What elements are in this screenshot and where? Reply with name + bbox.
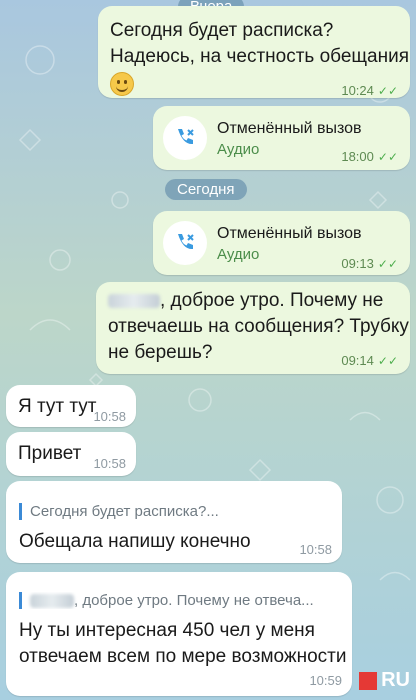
incoming-reply-message-bubble[interactable]: , доброе утро. Почему не отвеча... Ну ты… <box>6 572 352 696</box>
message-timestamp: 10:58 <box>299 542 332 557</box>
message-text-line: Сегодня будет расписка? <box>110 20 334 41</box>
double-check-icon: ✓✓ <box>377 354 398 368</box>
chat-area[interactable]: Вчера Сегодня будет расписка? Надеюсь, н… <box>0 0 416 700</box>
message-text: Я тут тут <box>18 396 97 417</box>
message-text: Обещала напишу конечно <box>19 531 251 552</box>
watermark-square-icon <box>359 671 378 690</box>
message-text: Привет <box>18 443 82 464</box>
message-timestamp: 10:58 <box>93 456 126 471</box>
call-title: Отменённый вызов <box>217 120 362 137</box>
message-timestamp: 10:59 <box>309 673 342 688</box>
reply-preview[interactable]: , доброе утро. Почему не отвеча... <box>19 592 348 609</box>
hidden-name-redaction <box>108 293 160 308</box>
cancelled-call-icon[interactable] <box>163 116 207 160</box>
message-timestamp: 09:13 ✓✓ <box>341 256 398 271</box>
message-text-line: отвечаем всем по мере возможности <box>19 646 347 667</box>
reply-preview[interactable]: Сегодня будет расписка?... <box>19 503 330 520</box>
smiling-face-emoji-icon <box>110 72 134 96</box>
cancelled-call-bubble[interactable]: Отменённый вызов Аудио 18:00 ✓✓ <box>153 106 410 170</box>
double-check-icon: ✓✓ <box>377 257 398 271</box>
outgoing-message-bubble[interactable]: , доброе утро. Почему не отвечаешь на со… <box>96 282 410 374</box>
message-timestamp: 09:14 ✓✓ <box>341 353 398 368</box>
message-text-line: Надеюсь, на честность обещания <box>110 46 409 67</box>
watermark-text: RU <box>381 669 410 691</box>
message-timestamp: 18:00 ✓✓ <box>341 149 398 164</box>
message-text-line: отвечаешь на сообщения? Трубку <box>108 316 409 337</box>
double-check-icon: ✓✓ <box>377 150 398 164</box>
reply-preview-text: Сегодня будет расписка?... <box>30 503 219 520</box>
incoming-message-bubble[interactable]: Я тут тут 10:58 <box>6 385 136 427</box>
reply-preview-text: , доброе утро. Почему не отвеча... <box>74 592 314 609</box>
date-separator-today: Сегодня <box>165 179 247 200</box>
cancelled-call-icon[interactable] <box>163 221 207 265</box>
message-text-line: , доброе утро. Почему не <box>160 290 384 311</box>
cancelled-call-bubble[interactable]: Отменённый вызов Аудио 09:13 ✓✓ <box>153 211 410 275</box>
call-title: Отменённый вызов <box>217 225 362 242</box>
incoming-message-bubble[interactable]: Привет 10:58 <box>6 432 136 476</box>
message-text-line: Ну ты интересная 450 чел у меня <box>19 620 315 641</box>
incoming-reply-message-bubble[interactable]: Сегодня будет расписка?... Обещала напиш… <box>6 481 342 563</box>
message-timestamp: 10:58 <box>93 409 126 424</box>
hidden-name-redaction <box>30 594 74 609</box>
site-watermark-logo: RU <box>359 669 410 692</box>
call-subtitle: Аудио <box>217 141 260 158</box>
message-timestamp: 10:24 ✓✓ <box>341 83 398 98</box>
call-subtitle: Аудио <box>217 246 260 263</box>
double-check-icon: ✓✓ <box>377 84 398 98</box>
outgoing-message-bubble[interactable]: Сегодня будет расписка? Надеюсь, на чест… <box>98 6 410 98</box>
